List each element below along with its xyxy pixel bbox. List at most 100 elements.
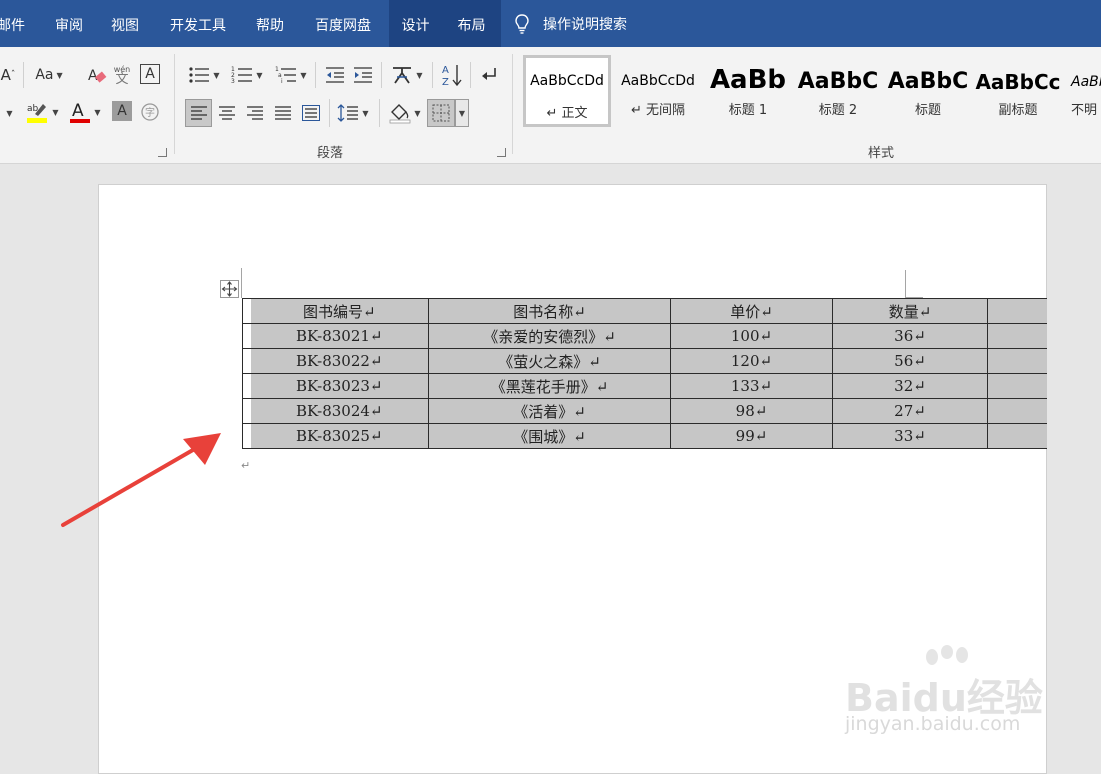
watermark-url: jingyan.baidu.com — [845, 713, 1021, 735]
header-cell-quantity[interactable]: 数量↵ — [832, 298, 988, 324]
justify-icon[interactable] — [270, 99, 296, 127]
header-cell-book-name[interactable]: 图书名称↵ — [428, 298, 671, 324]
table-cell[interactable]: 32↵ — [832, 373, 988, 399]
line-spacing-button[interactable]: ▼ — [334, 99, 372, 127]
style-subtitle[interactable]: AaBbCc 副标题 — [974, 55, 1062, 127]
style-heading-2[interactable]: AaBbC 标题 2 — [794, 55, 882, 127]
table-cell[interactable]: 《围城》↵ — [428, 423, 671, 449]
ribbon-divider — [470, 62, 471, 88]
table-cell[interactable]: BK-83023↵ — [250, 373, 429, 399]
style-no-spacing[interactable]: AaBbCcDd ↵ 无间隔 — [614, 55, 702, 127]
font-dropdown-caret[interactable]: ▼ — [0, 102, 16, 124]
menu-tab-layout[interactable]: 布局 — [442, 0, 501, 47]
table-cell[interactable]: 《活着》↵ — [428, 398, 671, 424]
table-cell[interactable]: 120↵ — [670, 348, 833, 374]
table-cell[interactable]: 36↵ — [832, 323, 988, 349]
table-cell[interactable]: BK-83024↵ — [250, 398, 429, 424]
ribbon-divider — [381, 62, 382, 88]
multilevel-list-button[interactable]: 1 a i ▼ — [272, 62, 310, 88]
paragraph-mark[interactable]: ↵ — [241, 459, 250, 472]
table-cell[interactable]: 99↵ — [670, 423, 833, 449]
table-cell-gutter[interactable] — [242, 398, 251, 424]
font-color-button[interactable]: A ▼ — [66, 98, 104, 126]
align-left-icon — [190, 106, 207, 120]
borders-button[interactable] — [427, 99, 455, 127]
table-cell[interactable]: BK-83021↵ — [250, 323, 429, 349]
table-cell-gutter[interactable] — [242, 423, 251, 449]
svg-text:3: 3 — [231, 78, 235, 85]
style-subtle-emphasis[interactable]: AaBbC 不明 — [1064, 55, 1101, 127]
table-cell-gutter[interactable] — [242, 298, 251, 324]
menu-tab-developer[interactable]: 开发工具 — [160, 0, 236, 47]
decrease-indent-icon[interactable] — [322, 62, 348, 88]
table-cell[interactable]: BK-83025↵ — [250, 423, 429, 449]
clear-formatting-icon[interactable]: A — [86, 62, 108, 88]
chinese-layout-icon — [393, 67, 412, 84]
style-title[interactable]: AaBbC 标题 — [884, 55, 972, 127]
character-shading-icon[interactable]: A — [112, 101, 132, 121]
borders-dropdown-button[interactable]: ▼ — [455, 99, 469, 127]
phonetic-guide-icon[interactable]: wén 文 — [111, 62, 133, 88]
highlight-color-button[interactable]: ab ▼ — [22, 98, 62, 126]
book-table[interactable]: 图书编号↵ 图书名称↵ 单价↵ 数量↵ BK-83021↵ 《亲爱的安德烈》↵ … — [242, 298, 1047, 453]
show-formatting-marks-icon[interactable] — [476, 62, 500, 88]
align-center-icon[interactable] — [214, 99, 240, 127]
change-case-button[interactable]: Aa ▼ — [31, 62, 67, 88]
sort-icon[interactable]: AZ — [439, 60, 465, 90]
table-cell-extra[interactable] — [987, 323, 1047, 349]
table-cell[interactable]: 《萤火之森》↵ — [428, 348, 671, 374]
table-cell[interactable]: 《亲爱的安德烈》↵ — [428, 323, 671, 349]
shading-button[interactable]: ▼ — [385, 99, 425, 127]
style-preview: AaBb — [709, 65, 787, 95]
annotation-arrow-icon — [61, 433, 221, 527]
style-heading-1[interactable]: AaBb 标题 1 — [704, 55, 792, 127]
tell-me-search[interactable]: 操作说明搜索 — [515, 0, 627, 47]
style-name: 标题 1 — [728, 103, 768, 118]
numbering-button[interactable]: 1 2 3 ▼ — [228, 62, 266, 88]
svg-text:A: A — [442, 65, 449, 76]
table-cell-gutter[interactable] — [242, 323, 251, 349]
table-cell-extra[interactable] — [987, 423, 1047, 449]
table-cell-gutter[interactable] — [242, 373, 251, 399]
align-right-icon[interactable] — [242, 99, 268, 127]
menu-tab-baidu-netdisk[interactable]: 百度网盘 — [305, 0, 381, 47]
table-cell[interactable]: BK-83022↵ — [250, 348, 429, 374]
table-cell[interactable]: 133↵ — [670, 373, 833, 399]
table-cell[interactable]: 33↵ — [832, 423, 988, 449]
table-cell-extra[interactable] — [987, 298, 1047, 324]
style-name: 副标题 — [998, 103, 1038, 118]
header-cell-price[interactable]: 单价↵ — [670, 298, 833, 324]
increase-indent-icon[interactable] — [350, 62, 376, 88]
table-cell-gutter[interactable] — [242, 348, 251, 374]
table-row: BK-83025↵ 《围城》↵ 99↵ 33↵ — [242, 423, 1047, 449]
align-left-button[interactable] — [185, 99, 212, 127]
table-cell[interactable]: 98↵ — [670, 398, 833, 424]
character-border-icon[interactable]: A — [140, 64, 160, 84]
enclose-characters-icon[interactable]: 字 — [139, 101, 161, 123]
paragraph-dialog-launcher-icon[interactable] — [497, 148, 506, 157]
distributed-icon[interactable] — [298, 99, 324, 127]
table-cell[interactable]: 56↵ — [832, 348, 988, 374]
style-name: ↵ 无间隔 — [630, 103, 686, 118]
header-cell-book-id[interactable]: 图书编号↵ — [250, 298, 429, 324]
line-spacing-icon — [337, 104, 359, 122]
font-dialog-launcher-icon[interactable] — [158, 148, 167, 157]
menu-tab-help[interactable]: 帮助 — [247, 0, 293, 47]
table-cell-extra[interactable] — [987, 348, 1047, 374]
style-name: ↵ 正文 — [546, 106, 588, 121]
table-move-handle[interactable] — [220, 280, 239, 298]
change-case-label: Aa — [35, 67, 54, 83]
table-cell-extra[interactable] — [987, 398, 1047, 424]
menu-tab-view[interactable]: 视图 — [102, 0, 148, 47]
menu-tab-review[interactable]: 审阅 — [46, 0, 92, 47]
style-normal[interactable]: AaBbCcDd ↵ 正文 — [523, 55, 611, 127]
bullets-button[interactable]: ▼ — [185, 62, 223, 88]
table-cell[interactable]: 100↵ — [670, 323, 833, 349]
table-cell-extra[interactable] — [987, 373, 1047, 399]
menu-tab-design[interactable]: 设计 — [389, 0, 442, 47]
menu-tab-mailings[interactable]: 邮件 — [0, 0, 32, 47]
chinese-layout-button[interactable]: ▼ — [388, 62, 426, 88]
table-cell[interactable]: 27↵ — [832, 398, 988, 424]
grow-font-button[interactable]: Aˆ — [0, 65, 16, 85]
table-cell[interactable]: 《黑莲花手册》↵ — [428, 373, 671, 399]
